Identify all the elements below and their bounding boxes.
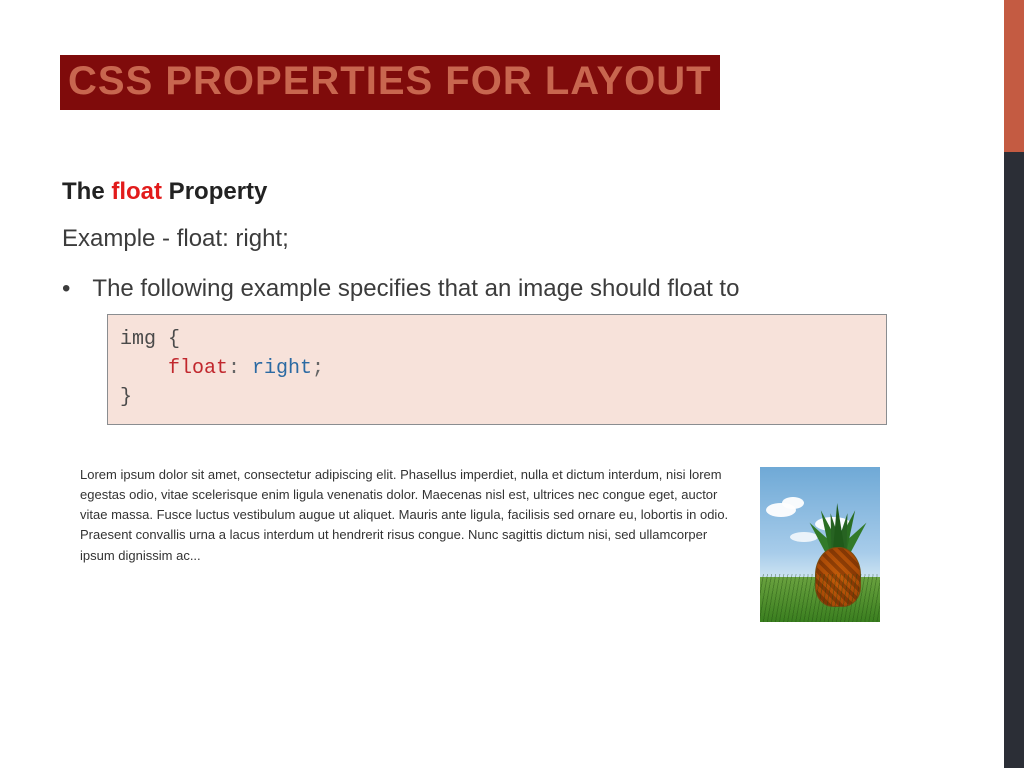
subheading: The float Property [62, 178, 267, 206]
bullet-dot-icon: • [62, 275, 70, 303]
bullet-text: The following example specifies that an … [92, 275, 739, 303]
subheading-keyword: float [111, 178, 162, 205]
slide: CSS PROPERTIES FOR LAYOUT The float Prop… [0, 0, 1024, 768]
code-block: img { float: right; } [107, 314, 887, 425]
float-demo: Lorem ipsum dolor sit amet, consectetur … [80, 465, 880, 622]
side-accent-bar [1004, 0, 1024, 152]
example-line: Example - float: right; [62, 225, 289, 253]
code-line-1: img { [120, 325, 874, 354]
subheading-after: Property [162, 178, 267, 205]
subheading-before: The [62, 178, 111, 205]
code-colon: : [228, 357, 252, 380]
demo-image-pineapple [760, 467, 880, 622]
code-semicolon: ; [312, 357, 324, 380]
code-value: right [252, 357, 312, 380]
code-property: float [168, 357, 228, 380]
slide-title: CSS PROPERTIES FOR LAYOUT [60, 55, 720, 110]
side-dark-bar [1004, 152, 1024, 768]
code-line-2: float: right; [120, 354, 874, 383]
code-line-3: } [120, 383, 874, 412]
bullet-row: • The following example specifies that a… [62, 275, 739, 303]
